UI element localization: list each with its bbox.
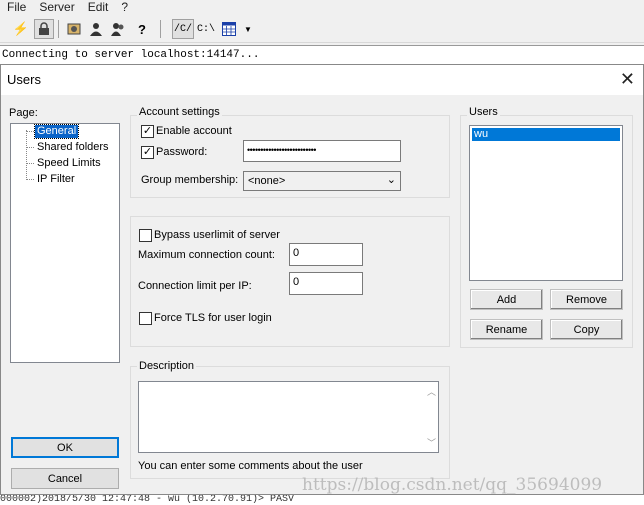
dialog-titlebar: Users ✕ xyxy=(1,65,643,95)
force-tls-checkbox[interactable] xyxy=(139,312,152,325)
account-settings-title: Account settings xyxy=(137,106,222,118)
page-tree[interactable]: General Shared folders Speed Limits IP F… xyxy=(10,123,120,363)
password-label: Password: xyxy=(156,146,208,158)
max-connection-input[interactable]: 0 xyxy=(289,243,363,266)
bypass-userlimit-label: Bypass userlimit of server xyxy=(154,229,280,241)
settings-icon[interactable] xyxy=(64,19,84,39)
dialog-title: Users xyxy=(7,72,41,87)
menu-help[interactable]: ? xyxy=(114,0,134,15)
users-icon[interactable] xyxy=(86,19,106,39)
list-item[interactable]: wu xyxy=(472,128,620,141)
tree-item-shared-folders[interactable]: Shared folders xyxy=(35,141,111,154)
close-icon[interactable]: ✕ xyxy=(620,69,635,89)
tree-item-speed-limits[interactable]: Speed Limits xyxy=(35,157,103,170)
add-user-button[interactable]: Add xyxy=(470,289,543,310)
enable-account-label: Enable account xyxy=(156,125,232,137)
description-title: Description xyxy=(137,360,197,372)
menu-bar: File Server Edit ? xyxy=(0,0,644,15)
tree-item-general[interactable]: General xyxy=(33,124,80,139)
remove-user-button[interactable]: Remove xyxy=(550,289,623,310)
tree-item-ip-filter[interactable]: IP Filter xyxy=(35,173,77,186)
limit-per-ip-label: Connection limit per IP: xyxy=(138,280,252,292)
users-list[interactable]: wu xyxy=(469,125,623,281)
page-label: Page: xyxy=(9,107,38,119)
users-dialog: Users ✕ Page: General Shared folders Spe… xyxy=(0,64,644,495)
description-textarea[interactable]: ︿ ﹀ xyxy=(138,381,439,453)
menu-edit[interactable]: Edit xyxy=(81,0,115,15)
description-hint: You can enter some comments about the us… xyxy=(138,460,363,472)
ok-button[interactable]: OK xyxy=(11,437,119,458)
groups-icon[interactable] xyxy=(108,19,128,39)
cancel-button[interactable]: Cancel xyxy=(11,468,119,489)
bypass-userlimit-checkbox[interactable] xyxy=(139,229,152,242)
menu-server[interactable]: Server xyxy=(32,0,80,15)
rename-user-button[interactable]: Rename xyxy=(470,319,543,340)
dir-windows-icon[interactable]: C:\ xyxy=(196,19,216,39)
users-group-title: Users xyxy=(467,106,500,118)
chevron-down-icon: ⌄ xyxy=(386,174,396,186)
max-connection-label: Maximum connection count: xyxy=(138,249,275,261)
limit-per-ip-input[interactable]: 0 xyxy=(289,272,363,295)
bottom-log-line: 000002)2018/5/30 12:47:48 - wu (10.2.70.… xyxy=(0,495,644,505)
dir-unix-icon[interactable]: /C/ xyxy=(172,19,194,39)
menu-file[interactable]: File xyxy=(0,0,32,15)
log-line: Connecting to server localhost:14147... xyxy=(0,45,644,64)
group-membership-value: <none> xyxy=(248,175,286,187)
copy-user-button[interactable]: Copy xyxy=(550,319,623,340)
dropdown-icon[interactable]: ▼ xyxy=(238,19,258,39)
force-tls-label: Force TLS for user login xyxy=(154,312,272,324)
password-field[interactable]: •••••••••••••••••••••••••• xyxy=(243,140,401,162)
group-membership-label: Group membership: xyxy=(141,174,239,186)
grid-icon[interactable] xyxy=(219,19,239,39)
watermark: https://blog.csdn.net/qq_35694099 xyxy=(302,475,603,495)
scroll-up-icon[interactable]: ︿ xyxy=(427,385,436,398)
toolbar: ⚡ ? /C/ C:\ ▼ xyxy=(0,15,644,43)
enable-account-checkbox[interactable]: ✓ xyxy=(141,125,154,138)
lightning-icon[interactable]: ⚡ xyxy=(11,19,31,39)
group-membership-select[interactable]: <none> ⌄ xyxy=(243,171,401,191)
password-checkbox[interactable]: ✓ xyxy=(141,146,154,159)
scroll-down-icon[interactable]: ﹀ xyxy=(427,436,436,449)
help-icon[interactable]: ? xyxy=(132,19,152,39)
lock-icon[interactable] xyxy=(34,19,54,39)
